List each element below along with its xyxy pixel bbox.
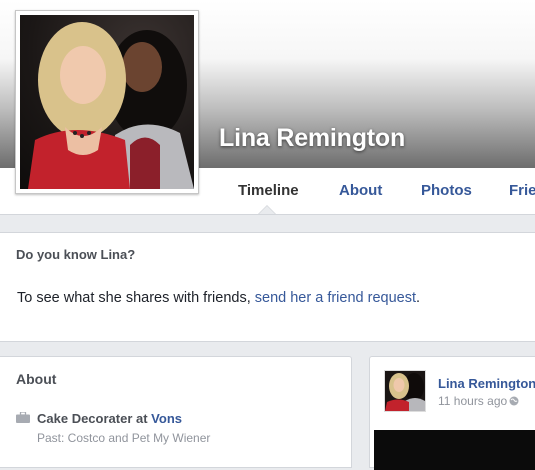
friend-request-prompt: Do you know Lina? To see what she shares… <box>0 232 535 342</box>
prompt-title: Do you know Lina? <box>16 247 136 262</box>
profile-photo-image <box>20 15 194 189</box>
post-media[interactable] <box>374 430 535 470</box>
tab-photos[interactable]: Photos <box>421 182 472 199</box>
profile-picture[interactable] <box>15 10 199 194</box>
prompt-text: To see what she shares with friends, sen… <box>17 290 420 306</box>
timeline-post: Lina Remington 11 hours ago <box>369 356 535 470</box>
avatar-illustration <box>385 371 425 411</box>
about-title: About <box>16 371 57 387</box>
send-friend-request-link[interactable]: send her a friend request <box>255 290 416 306</box>
work-entry: Cake Decorater at Vons <box>37 411 182 426</box>
globe-icon[interactable] <box>509 396 519 406</box>
tab-timeline[interactable]: Timeline <box>238 182 299 199</box>
post-author-avatar[interactable] <box>384 370 426 412</box>
prompt-text-suffix: . <box>415 290 421 306</box>
tab-about[interactable]: About <box>339 182 382 199</box>
briefcase-icon <box>16 412 30 423</box>
prompt-text-prefix: To see what she shares with friends, <box>17 290 255 306</box>
employer-link[interactable]: Vons <box>151 411 182 426</box>
work-past: Past: Costco and Pet My Wiener <box>37 431 211 445</box>
post-timestamp[interactable]: 11 hours ago <box>438 394 507 408</box>
tab-friends[interactable]: Frie <box>509 182 535 199</box>
work-role: Cake Decorater at <box>37 411 152 426</box>
profile-photo-illustration <box>28 22 194 189</box>
about-card: About Cake Decorater at Vons Past: Costc… <box>0 356 352 468</box>
profile-name[interactable]: Lina Remington <box>219 124 405 153</box>
post-author-name[interactable]: Lina Remington <box>438 376 535 391</box>
active-tab-indicator-inner <box>259 206 275 214</box>
